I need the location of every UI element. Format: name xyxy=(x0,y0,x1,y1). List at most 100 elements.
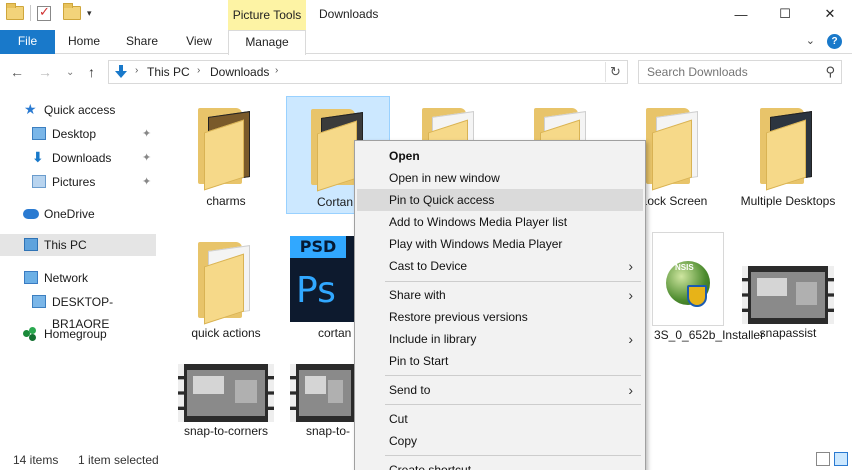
context-menu: Open Open in new window Pin to Quick acc… xyxy=(354,140,646,470)
video-thumbnail-icon xyxy=(742,266,834,324)
video-thumbnail-icon xyxy=(178,364,274,422)
sidebar-item-label: OneDrive xyxy=(44,207,95,221)
breadcrumb-downloads[interactable]: Downloads xyxy=(210,65,269,79)
submenu-arrow-icon: › xyxy=(628,258,633,274)
large-icons-view-icon[interactable] xyxy=(834,452,848,466)
tab-file[interactable]: File xyxy=(0,30,55,54)
navigation-bar: ← → ⌄ ↑ › This PC › Downloads › ↻ ⚲ xyxy=(0,56,852,88)
customize-toolbar-icon[interactable]: ▾ xyxy=(87,8,92,19)
video-thumbnail-icon xyxy=(290,364,360,422)
downloads-icon xyxy=(115,65,127,78)
menu-item-label: Include in library xyxy=(389,332,477,346)
sidebar-item-downloads[interactable]: ⬇ Downloads ✦ xyxy=(0,147,156,169)
search-icon[interactable]: ⚲ xyxy=(825,64,835,80)
item-count: 14 items xyxy=(13,453,59,467)
menu-separator xyxy=(385,281,641,282)
cloud-icon xyxy=(23,209,39,219)
tab-home[interactable]: Home xyxy=(62,30,106,54)
file-item[interactable]: quick actions xyxy=(174,230,278,348)
pc-icon xyxy=(24,238,38,251)
minimize-button[interactable]: — xyxy=(718,0,764,28)
submenu-arrow-icon: › xyxy=(628,382,633,398)
details-view-icon[interactable] xyxy=(816,452,830,466)
file-item[interactable]: snapassist xyxy=(736,230,840,348)
menu-item-label: Send to xyxy=(389,383,431,397)
close-button[interactable]: ✕ xyxy=(807,0,852,28)
search-input[interactable] xyxy=(647,62,817,82)
search-box[interactable]: ⚲ xyxy=(638,60,842,84)
chevron-right-icon[interactable]: › xyxy=(275,65,278,76)
sidebar-item-label: This PC xyxy=(44,238,87,252)
sidebar-item-homegroup[interactable]: Homegroup xyxy=(0,323,156,345)
menu-item-play-wmp[interactable]: Play with Windows Media Player xyxy=(357,233,643,255)
collapse-ribbon-icon[interactable]: ⌄ xyxy=(806,34,815,49)
menu-item-cut[interactable]: Cut xyxy=(357,408,643,430)
menu-item-label: Cast to Device xyxy=(389,259,468,273)
menu-item-add-wmp-list[interactable]: Add to Windows Media Player list xyxy=(357,211,643,233)
sidebar-item-label: Homegroup xyxy=(44,327,107,341)
menu-item-open-new-window[interactable]: Open in new window xyxy=(357,167,643,189)
file-name: snap-to-corners xyxy=(183,424,269,438)
menu-item-label: Share with xyxy=(389,288,446,302)
file-name: snapassist xyxy=(759,326,817,340)
menu-item-copy[interactable]: Copy xyxy=(357,430,643,452)
menu-separator xyxy=(385,455,641,456)
sidebar-item-label: Downloads xyxy=(52,151,112,165)
refresh-button[interactable]: ↻ xyxy=(605,62,625,82)
selection-count: 1 item selected xyxy=(78,453,159,467)
properties-icon[interactable] xyxy=(37,4,51,21)
sidebar-item-desktop[interactable]: Desktop ✦ xyxy=(0,123,156,145)
folder-icon xyxy=(760,108,816,191)
recent-locations-button[interactable]: ⌄ xyxy=(66,67,74,78)
menu-item-share-with[interactable]: Share with › xyxy=(357,284,643,306)
menu-separator xyxy=(385,375,641,376)
menu-item-send-to[interactable]: Send to › xyxy=(357,379,643,401)
network-icon xyxy=(24,271,38,284)
maximize-button[interactable]: ☐ xyxy=(762,0,808,28)
help-icon[interactable]: ? xyxy=(827,34,842,49)
sidebar-item-network[interactable]: Network xyxy=(0,267,156,289)
menu-item-restore-versions[interactable]: Restore previous versions xyxy=(357,306,643,328)
tab-manage[interactable]: Manage xyxy=(228,30,306,55)
navigation-pane: ★ Quick access Desktop ✦ ⬇ Downloads ✦ P… xyxy=(0,90,160,440)
menu-item-open[interactable]: Open xyxy=(357,145,643,167)
tab-view[interactable]: View xyxy=(178,30,220,54)
ribbon-tabs: File Home Share View Manage ⌄ ? xyxy=(0,30,852,55)
new-folder-icon[interactable] xyxy=(63,3,81,20)
sidebar-item-label: Pictures xyxy=(52,175,96,189)
forward-button[interactable]: → xyxy=(38,64,52,80)
menu-item-cast-to-device[interactable]: Cast to Device › xyxy=(357,255,643,277)
breadcrumb-this-pc[interactable]: This PC xyxy=(147,65,190,79)
star-icon: ★ xyxy=(24,101,37,117)
computer-icon xyxy=(32,295,46,308)
up-button[interactable]: ↑ xyxy=(88,64,95,80)
sidebar-item-this-pc[interactable]: This PC xyxy=(0,234,156,256)
chevron-right-icon[interactable]: › xyxy=(135,65,138,76)
address-bar[interactable]: › This PC › Downloads › ↻ xyxy=(108,60,628,84)
homegroup-icon xyxy=(23,327,37,341)
sidebar-item-label: Desktop xyxy=(52,127,97,141)
sidebar-item-desktop-computer[interactable]: DESKTOP-BR1AORE xyxy=(0,291,156,331)
pictures-icon xyxy=(32,175,46,188)
sidebar-item-onedrive[interactable]: OneDrive xyxy=(0,203,156,225)
menu-item-include-library[interactable]: Include in library › xyxy=(357,328,643,350)
sidebar-item-quick-access[interactable]: ★ Quick access xyxy=(0,99,156,121)
title-bar: ▾ Picture Tools Downloads — ☐ ✕ xyxy=(0,0,852,30)
file-name: Multiple Desktops xyxy=(740,194,836,208)
window-title: Downloads xyxy=(319,7,379,21)
folder-icon xyxy=(646,108,702,191)
sidebar-item-label: Network xyxy=(44,271,89,285)
divider xyxy=(30,5,31,21)
back-button[interactable]: ← xyxy=(10,64,24,80)
menu-item-pin-quick-access[interactable]: Pin to Quick access xyxy=(357,189,643,211)
menu-item-pin-start[interactable]: Pin to Start xyxy=(357,350,643,372)
tab-share[interactable]: Share xyxy=(120,30,164,54)
file-item[interactable]: Multiple Desktops xyxy=(736,96,840,214)
submenu-arrow-icon: › xyxy=(628,331,633,347)
sidebar-item-pictures[interactable]: Pictures ✦ xyxy=(0,171,156,193)
file-item[interactable]: charms xyxy=(174,96,278,214)
chevron-right-icon[interactable]: › xyxy=(197,65,200,76)
menu-item-create-shortcut[interactable]: Create shortcut xyxy=(357,459,643,470)
pin-icon: ✦ xyxy=(142,152,152,164)
sidebar-item-label: Quick access xyxy=(44,103,116,117)
